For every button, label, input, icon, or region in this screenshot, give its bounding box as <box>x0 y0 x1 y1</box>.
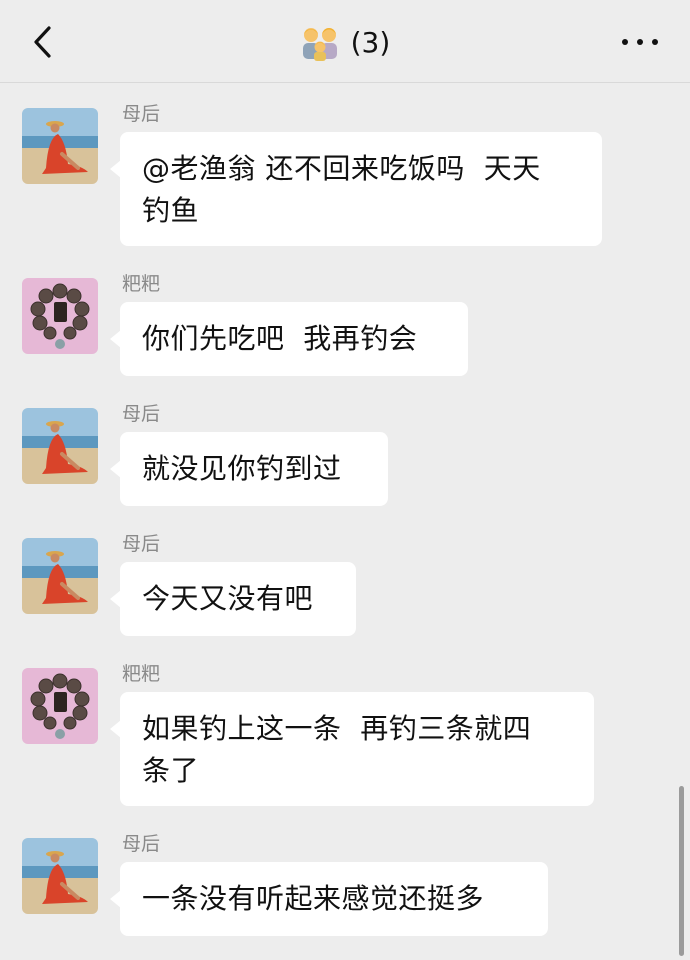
family-emoji-icon <box>302 28 337 61</box>
beach-photo-avatar[interactable] <box>22 408 98 484</box>
sender-name: 粑粑 <box>122 663 161 685</box>
message-bubble[interactable]: @老渔翁 还不回来吃饭吗 天天 钓鱼 <box>110 132 602 246</box>
chat-screen: (3) 母后 @老渔翁 还不回来吃饭吗 天天 钓鱼 粑粑 你们先吃吧 我再钓会 … <box>0 0 690 960</box>
more-dot <box>652 39 658 45</box>
sender-name: 母后 <box>122 403 161 425</box>
chat-title: (3) <box>0 22 690 63</box>
sender-name: 母后 <box>122 103 161 125</box>
prayer-beads-icon <box>22 278 98 354</box>
more-dot <box>622 39 628 45</box>
prayer-beads-avatar[interactable] <box>22 278 98 354</box>
message-bubble[interactable]: 如果钓上这一条 再钓三条就四 条了 <box>110 692 594 806</box>
member-count: (3) <box>350 26 391 59</box>
scrollbar[interactable] <box>679 786 684 956</box>
beach-photo-icon <box>22 538 98 614</box>
prayer-beads-avatar[interactable] <box>22 668 98 744</box>
beach-photo-avatar[interactable] <box>22 838 98 914</box>
more-dot <box>637 39 643 45</box>
sender-name: 母后 <box>122 833 161 855</box>
beach-photo-icon <box>22 108 98 184</box>
prayer-beads-icon <box>22 668 98 744</box>
beach-photo-avatar[interactable] <box>22 108 98 184</box>
message-bubble[interactable]: 就没见你钓到过 <box>110 432 388 506</box>
beach-photo-icon <box>22 408 98 484</box>
beach-photo-icon <box>22 838 98 914</box>
beach-photo-avatar[interactable] <box>22 538 98 614</box>
sender-name: 粑粑 <box>122 273 161 295</box>
chat-header: (3) <box>0 0 690 83</box>
message-bubble[interactable]: 今天又没有吧 <box>110 562 356 636</box>
more-options-button[interactable] <box>622 30 658 54</box>
message-bubble[interactable]: 一条没有听起来感觉还挺多 <box>110 862 548 936</box>
message-bubble[interactable]: 你们先吃吧 我再钓会 <box>110 302 468 376</box>
sender-name: 母后 <box>122 533 161 555</box>
